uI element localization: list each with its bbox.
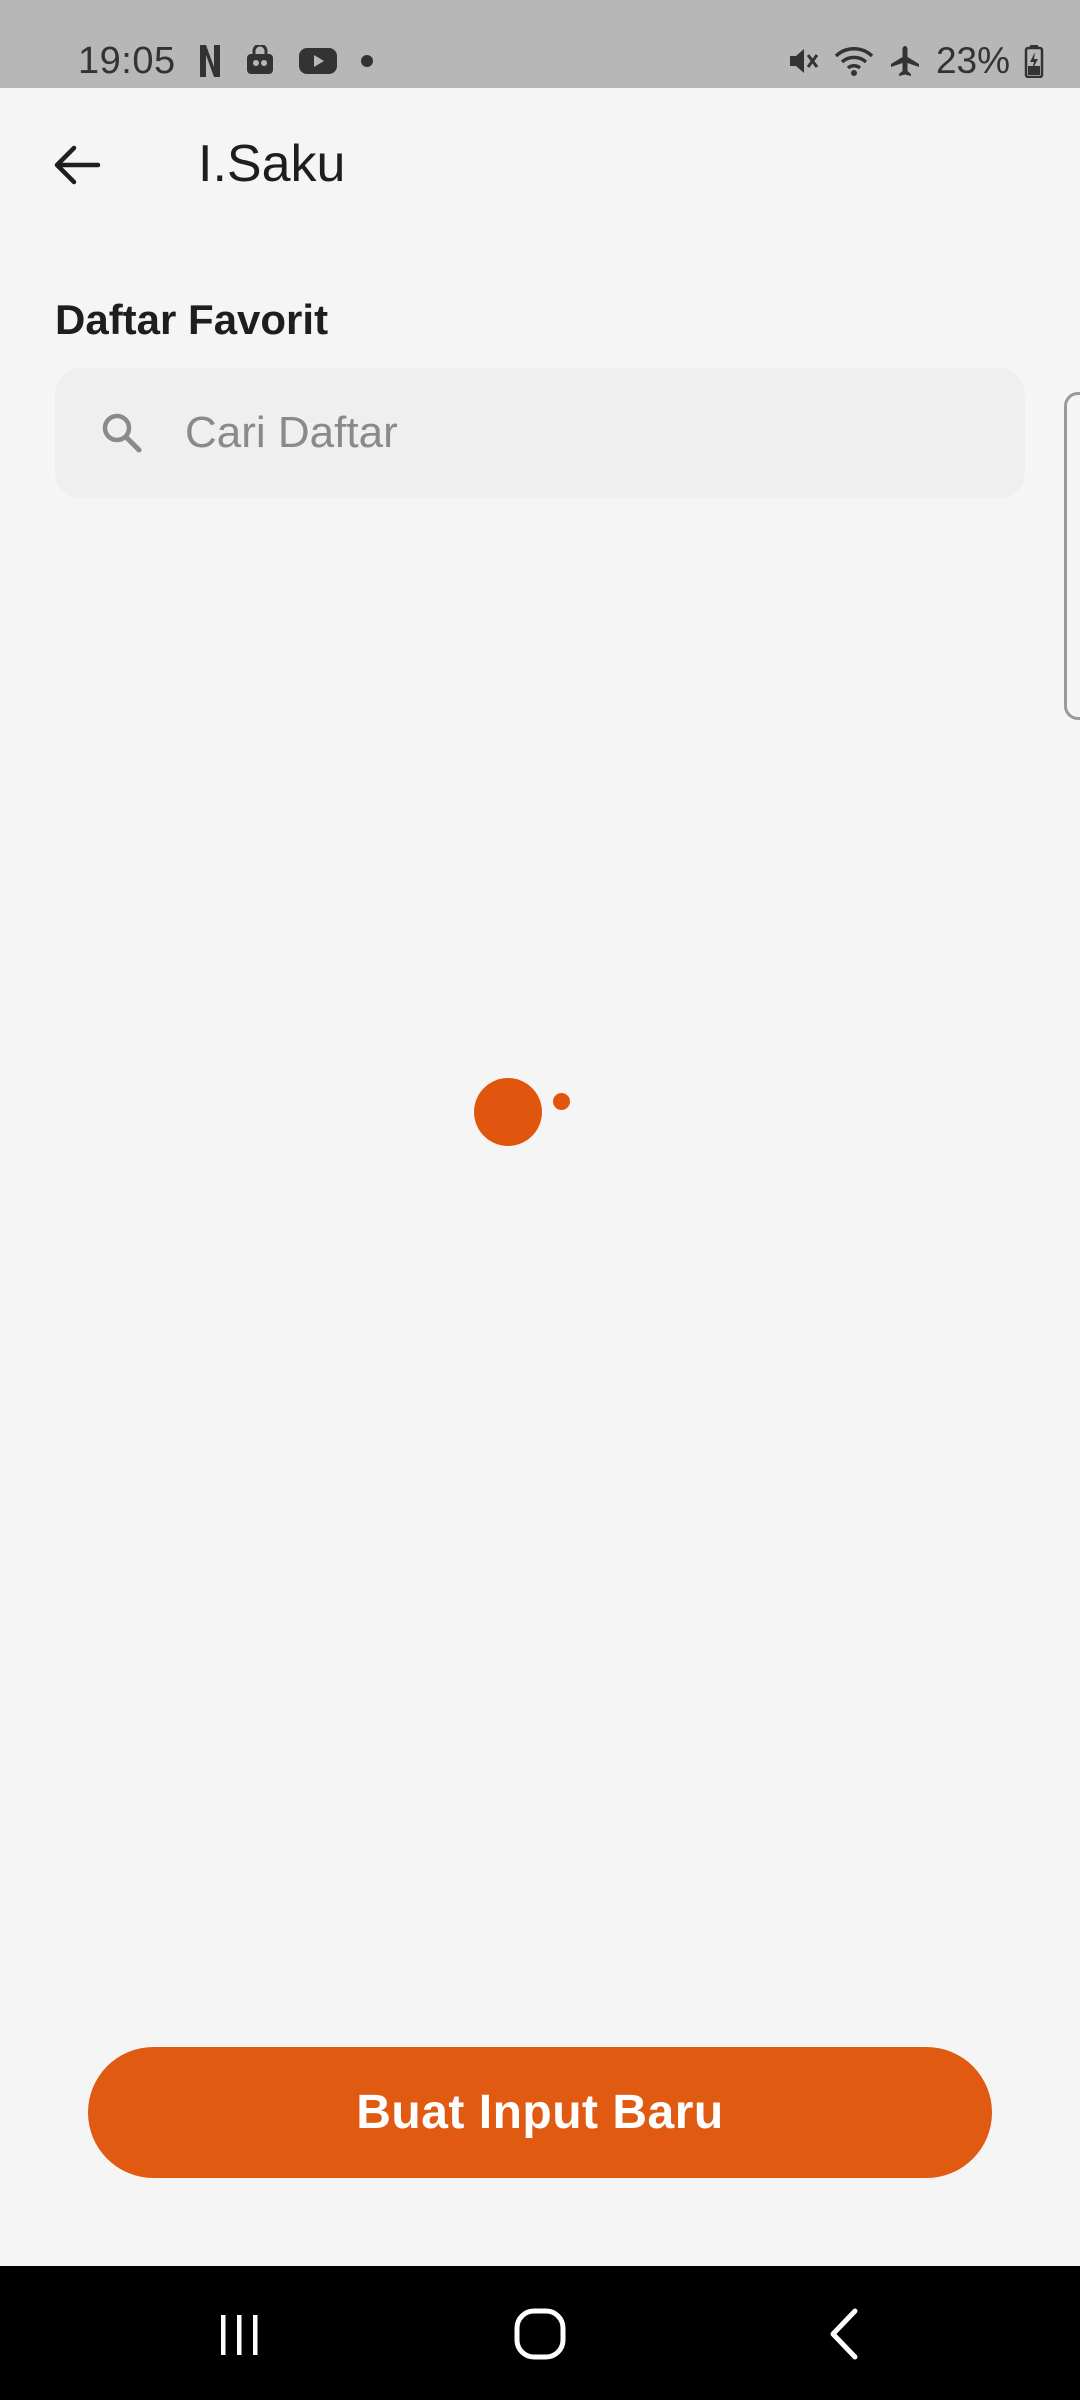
system-back-button[interactable]	[805, 2294, 885, 2374]
section-title-favorites: Daftar Favorit	[55, 296, 329, 343]
vibrate-mute-icon	[786, 44, 820, 78]
status-time: 19:05	[78, 39, 176, 82]
back-button[interactable]	[40, 128, 114, 202]
recent-apps-icon	[221, 2315, 258, 2355]
status-bar: 19:05 23%	[0, 0, 1080, 88]
create-new-input-button[interactable]: Buat Input Baru	[88, 2047, 992, 2178]
battery-charging-icon	[1024, 44, 1044, 78]
home-button[interactable]	[500, 2294, 580, 2374]
loading-indicator-dot-large	[474, 1078, 542, 1146]
app-bar: I.Saku	[0, 88, 1080, 243]
recent-apps-button[interactable]	[200, 2294, 280, 2374]
status-left: 19:05	[78, 36, 374, 86]
battery-percentage: 23%	[935, 40, 1010, 81]
status-right: 23%	[786, 36, 1044, 86]
search-box[interactable]	[55, 368, 1025, 498]
loading-indicator-dot-small	[553, 1093, 570, 1110]
edge-panel-handle[interactable]	[1064, 392, 1080, 720]
search-icon	[102, 413, 142, 453]
youtube-icon	[298, 46, 338, 76]
system-nav-bar	[0, 2266, 1080, 2400]
back-icon	[830, 2308, 858, 2360]
page-title: I.Saku	[198, 135, 346, 193]
arrow-left-icon	[54, 145, 101, 185]
wifi-icon	[834, 44, 874, 78]
shopping-bag-icon	[244, 45, 276, 77]
search-input[interactable]	[185, 368, 985, 498]
notification-dot-icon	[360, 54, 374, 68]
home-icon	[514, 2308, 566, 2360]
airplane-icon	[888, 44, 922, 78]
netflix-icon	[198, 43, 222, 79]
